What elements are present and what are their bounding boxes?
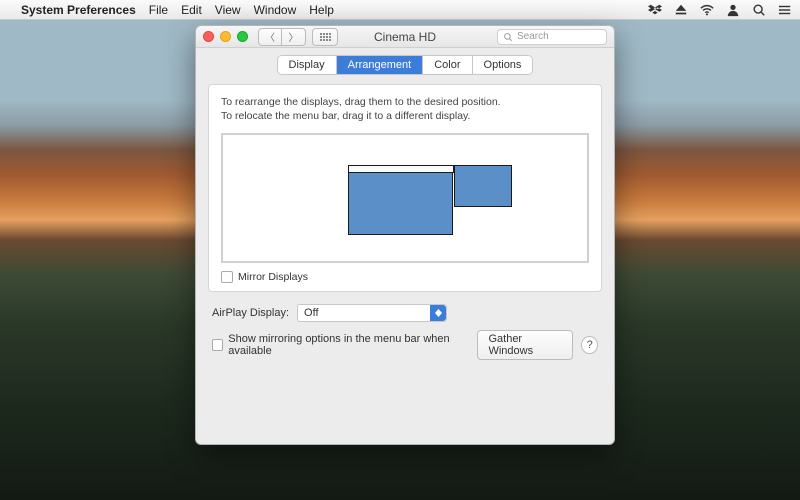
hint-text: To rearrange the displays, drag them to …	[221, 95, 589, 123]
help-button[interactable]: ?	[581, 336, 598, 354]
close-button[interactable]	[203, 31, 214, 42]
wifi-icon[interactable]	[700, 3, 714, 17]
forward-button[interactable]: 〉	[282, 28, 306, 46]
show-all-button[interactable]	[312, 28, 338, 46]
hint-line-2: To relocate the menu bar, drag it to a d…	[221, 109, 589, 123]
airplay-label: AirPlay Display:	[212, 307, 289, 319]
chevron-right-icon: 〉	[289, 29, 299, 44]
app-menu[interactable]: System Preferences	[21, 3, 136, 17]
user-icon[interactable]	[726, 3, 740, 17]
menu-window[interactable]: Window	[254, 3, 297, 17]
window-titlebar[interactable]: 〈 〉 Cinema HD Search	[196, 26, 614, 48]
spotlight-icon[interactable]	[752, 3, 766, 17]
notification-center-icon[interactable]	[778, 3, 792, 17]
tab-color[interactable]: Color	[422, 56, 471, 74]
bottom-row: Show mirroring options in the menu bar w…	[212, 330, 598, 360]
bottom-right: Gather Windows ?	[477, 330, 598, 360]
display-primary[interactable]	[348, 165, 453, 235]
chevron-left-icon: 〈	[265, 29, 275, 44]
display-secondary[interactable]	[454, 165, 512, 207]
airplay-select[interactable]: Off	[297, 304, 447, 322]
airplay-row: AirPlay Display: Off	[212, 304, 598, 322]
zoom-button[interactable]	[237, 31, 248, 42]
menu-bar-left: System Preferences File Edit View Window…	[8, 3, 334, 17]
menu-view[interactable]: View	[215, 3, 241, 17]
eject-icon[interactable]	[674, 3, 688, 17]
nav-buttons: 〈 〉	[258, 28, 306, 46]
mirror-displays-row: Mirror Displays	[221, 271, 589, 283]
menu-bar-right	[648, 3, 792, 17]
tab-options[interactable]: Options	[472, 56, 533, 74]
hint-line-1: To rearrange the displays, drag them to …	[221, 95, 589, 109]
minimize-button[interactable]	[220, 31, 231, 42]
mirror-displays-checkbox[interactable]	[221, 271, 233, 283]
below-panel: AirPlay Display: Off Show mirroring opti…	[196, 292, 614, 360]
grid-icon	[320, 33, 331, 41]
preferences-window: 〈 〉 Cinema HD Search Display Arrangement…	[195, 25, 615, 445]
gather-windows-button[interactable]: Gather Windows	[477, 330, 573, 360]
traffic-lights	[203, 31, 248, 42]
menu-help[interactable]: Help	[309, 3, 334, 17]
tab-arrangement[interactable]: Arrangement	[336, 56, 423, 74]
segmented-tabs: Display Arrangement Color Options	[278, 56, 533, 74]
display-arrangement-area[interactable]	[221, 133, 589, 263]
stepper-icon	[430, 305, 446, 321]
tab-display[interactable]: Display	[278, 56, 336, 74]
menu-file[interactable]: File	[149, 3, 168, 17]
system-menu-bar: System Preferences File Edit View Window…	[0, 0, 800, 20]
back-button[interactable]: 〈	[258, 28, 282, 46]
dropbox-icon[interactable]	[648, 3, 662, 17]
show-mirroring-row: Show mirroring options in the menu bar w…	[212, 333, 477, 357]
airplay-value: Off	[304, 307, 318, 319]
show-mirroring-label: Show mirroring options in the menu bar w…	[228, 333, 477, 357]
search-placeholder: Search	[517, 31, 549, 42]
arrangement-panel: To rearrange the displays, drag them to …	[208, 84, 602, 292]
menu-edit[interactable]: Edit	[181, 3, 202, 17]
mirror-displays-label: Mirror Displays	[238, 271, 308, 283]
search-icon	[503, 32, 513, 42]
search-field[interactable]: Search	[497, 29, 607, 45]
show-mirroring-checkbox[interactable]	[212, 339, 223, 351]
tab-bar: Display Arrangement Color Options	[196, 48, 614, 84]
